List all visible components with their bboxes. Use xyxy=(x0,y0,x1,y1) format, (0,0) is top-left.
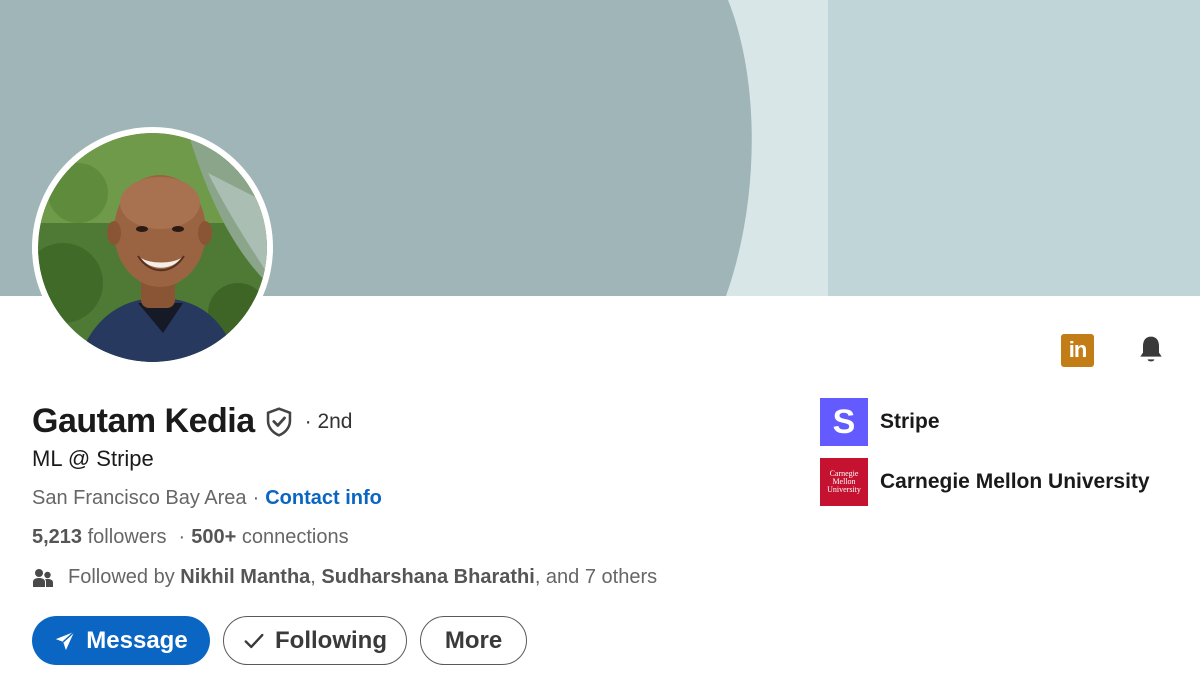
people-icon xyxy=(32,567,54,589)
cmu-logo: Carnegie Mellon University xyxy=(820,458,868,506)
mutual-follower-2[interactable]: Sudharshana Bharathi xyxy=(321,566,534,589)
followed-by-comma: , xyxy=(310,566,316,588)
verify-glyph xyxy=(266,406,291,437)
mutual-follower-1[interactable]: Nikhil Mantha xyxy=(180,566,310,589)
connection-degree: · 2nd xyxy=(304,409,353,433)
network-stats: 5,213 followers · 500+ connections xyxy=(32,526,349,549)
profile-organizations: S Stripe Carnegie Mellon University Carn… xyxy=(820,398,1150,518)
profile-name-row: Gautam Kedia · 2nd xyxy=(32,402,353,441)
followed-by-prefix: Followed by xyxy=(68,566,175,588)
send-icon xyxy=(54,630,76,652)
org-item-cmu[interactable]: Carnegie Mellon University Carnegie Mell… xyxy=(820,458,1150,506)
followers-stat[interactable]: 5,213 followers xyxy=(32,526,167,549)
connections-label: connections xyxy=(241,526,349,548)
message-label: Message xyxy=(86,626,188,654)
avatar-photo xyxy=(38,133,267,362)
profile-avatar[interactable] xyxy=(32,127,273,368)
contact-info-link[interactable]: Contact info xyxy=(265,487,382,510)
more-button[interactable]: More xyxy=(420,616,527,665)
following-button[interactable]: Following xyxy=(223,616,407,665)
linkedin-badge-text: in xyxy=(1068,337,1088,362)
location-row: San Francisco Bay Area · Contact info xyxy=(32,487,382,510)
bell-icon[interactable] xyxy=(1134,333,1168,367)
stats-separator: · xyxy=(178,526,186,548)
stripe-logo: S xyxy=(820,398,868,446)
profile-top-actions: in xyxy=(1061,333,1168,367)
profile-name: Gautam Kedia xyxy=(32,402,255,440)
followers-label: followers xyxy=(87,526,167,548)
profile-headline: ML @ Stripe xyxy=(32,446,154,471)
cmu-logo-line-3: University xyxy=(827,485,861,494)
followed-by-suffix: , and 7 others xyxy=(534,566,658,588)
check-glyph xyxy=(244,633,264,648)
location-separator: · xyxy=(252,487,260,509)
check-icon xyxy=(243,630,265,652)
more-label: More xyxy=(444,626,503,654)
shield-check-icon[interactable] xyxy=(265,406,295,438)
org-name: Carnegie Mellon University xyxy=(880,470,1150,493)
profile-actions: Message Following More xyxy=(32,616,527,665)
mutual-followers[interactable]: Followed by Nikhil Mantha, Sudharshana B… xyxy=(32,566,657,589)
org-name: Stripe xyxy=(880,410,940,433)
org-item-stripe[interactable]: S Stripe xyxy=(820,398,1150,446)
connections-count: 500+ xyxy=(191,526,237,548)
people-glyph xyxy=(33,568,53,587)
following-label: Following xyxy=(275,626,387,654)
send-glyph xyxy=(56,630,75,650)
bell-glyph xyxy=(1140,336,1162,362)
profile-location: San Francisco Bay Area xyxy=(32,487,247,509)
linkedin-premium-icon[interactable]: in xyxy=(1061,333,1094,367)
message-button[interactable]: Message xyxy=(32,616,210,665)
connections-stat[interactable]: 500+ connections xyxy=(191,526,348,549)
stripe-logo-text: S xyxy=(832,402,856,441)
followers-count: 5,213 xyxy=(32,526,83,548)
